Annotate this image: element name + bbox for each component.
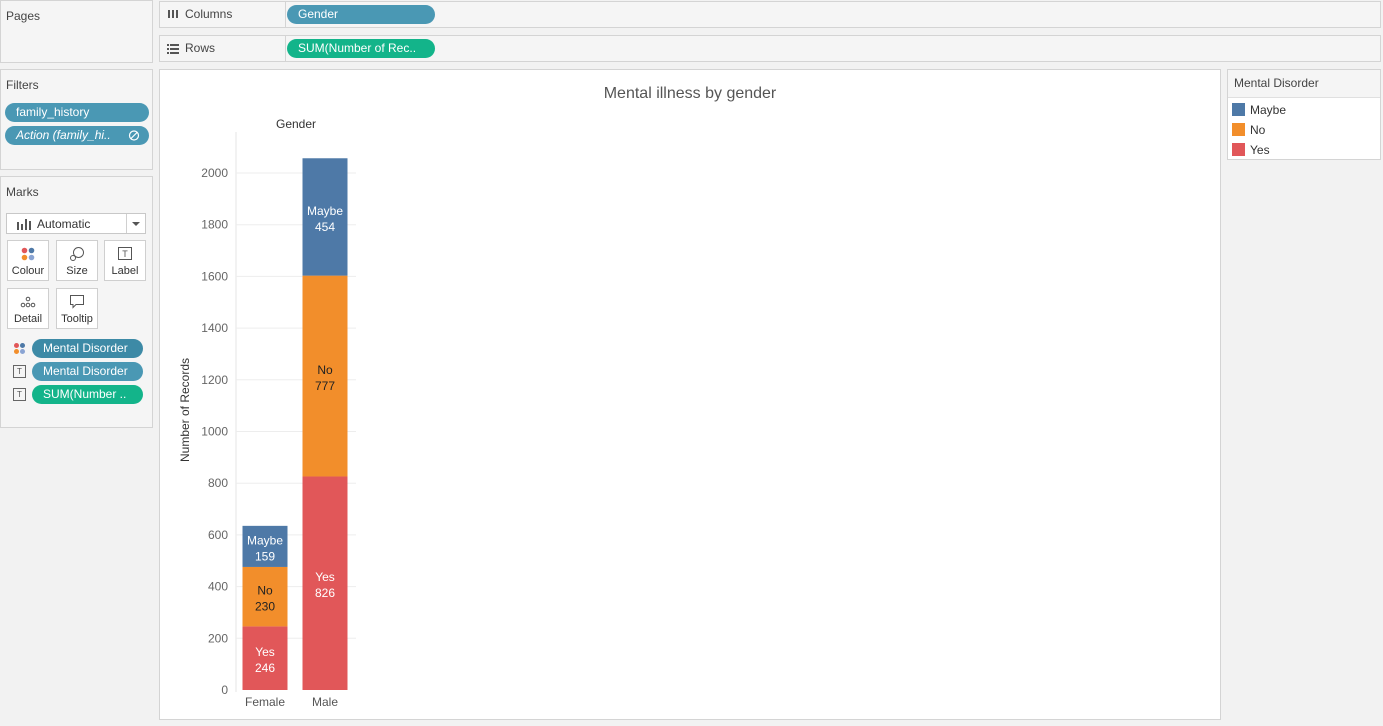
chevron-down-icon[interactable] — [126, 214, 145, 233]
filters-title: Filters — [6, 78, 39, 92]
y-tick-label: 1200 — [201, 373, 228, 387]
y-tick-label: 200 — [208, 631, 228, 645]
marks-title: Marks — [6, 185, 39, 199]
legend-label-no: No — [1250, 123, 1266, 137]
y-tick-label: 1600 — [201, 269, 228, 283]
columns-shelf[interactable]: Columns Gender — [159, 1, 1381, 28]
legend-swatch-yes — [1232, 143, 1245, 156]
rows-icon — [167, 36, 179, 70]
bars: Yes 246 No 230 Maybe 159 Yes 826 No 777 Maybe 454 — [242, 158, 348, 690]
data-label-category: Maybe — [307, 204, 343, 218]
detail-icon — [8, 294, 48, 310]
legend-swatch-no — [1232, 123, 1245, 136]
y-tick-label: 1000 — [201, 425, 228, 439]
y-axis-title: Number of Records — [178, 358, 192, 462]
filter-pill-family-history[interactable]: family_history — [5, 103, 149, 122]
y-tick-label: 2000 — [201, 166, 228, 180]
data-label-value: 777 — [315, 379, 335, 393]
tooltip-icon — [57, 294, 97, 310]
automatic-mark-icon — [17, 218, 31, 233]
data-label-value: 246 — [255, 661, 275, 675]
pages-panel: Pages — [0, 0, 153, 63]
data-label-category: Yes — [315, 570, 335, 584]
data-label-value: 826 — [315, 586, 335, 600]
detail-label: Detail — [13, 313, 43, 325]
legend-swatch-maybe — [1232, 103, 1245, 116]
columns-shelf-label: Columns — [160, 2, 286, 27]
mark-type-value: Automatic — [37, 217, 91, 231]
legend-label-maybe: Maybe — [1250, 103, 1287, 117]
label-button[interactable]: T Label — [104, 240, 146, 281]
legend-title: Mental Disorder — [1228, 70, 1380, 98]
pages-title: Pages — [6, 9, 41, 23]
colour-icon — [13, 342, 26, 355]
columns-pill-gender[interactable]: Gender — [287, 5, 435, 24]
label-icon: T — [13, 365, 26, 378]
x-axis-ticks: Female Male — [245, 695, 338, 709]
mark-type-select[interactable]: Automatic — [6, 213, 146, 234]
label-icon: T — [105, 246, 145, 262]
data-label-value: 159 — [255, 549, 275, 563]
legend-label-yes: Yes — [1250, 143, 1270, 157]
colour-button[interactable]: Colour — [7, 240, 49, 281]
chart-svg: Mental illness by gender Gender Number o… — [178, 85, 777, 709]
column-header: Gender — [276, 117, 316, 131]
x-tick-label: Male — [312, 695, 338, 709]
rows-pill-sum[interactable]: SUM(Number of Rec.. — [287, 39, 435, 58]
filter-pill-action-label: Action (family_hi.. — [16, 128, 111, 142]
size-icon — [57, 246, 97, 262]
columns-icon — [167, 2, 179, 36]
label-label: Label — [111, 265, 139, 277]
data-label-category: Yes — [255, 645, 275, 659]
filter-pill-action[interactable]: Action (family_hi.. — [5, 126, 149, 145]
x-tick-label: Female — [245, 695, 285, 709]
y-axis-ticks: 0 200 400 600 800 1000 1200 1400 1600 1800 2000 — [201, 166, 228, 697]
y-tick-label: 400 — [208, 580, 228, 594]
size-button[interactable]: Size — [56, 240, 98, 281]
data-label-value: 454 — [315, 220, 335, 234]
chart-view: Mental illness by gender Gender Number o… — [159, 69, 1221, 720]
data-label-category: Maybe — [247, 533, 283, 547]
data-label-category: No — [317, 363, 333, 377]
linked-action-icon — [128, 126, 140, 145]
data-label-category: No — [257, 584, 273, 598]
filters-panel: Filters family_history Action (family_hi… — [0, 69, 153, 170]
label-icon: T — [13, 388, 26, 401]
y-tick-label: 1800 — [201, 218, 228, 232]
marks-panel: Marks Automatic Colour Size T Label Deta… — [0, 176, 153, 428]
y-tick-label: 600 — [208, 528, 228, 542]
svg-text:T: T — [122, 249, 128, 259]
size-label: Size — [66, 265, 88, 277]
marks-field-label-1[interactable]: Mental Disorder — [32, 362, 143, 381]
y-tick-label: 0 — [221, 683, 228, 697]
tooltip-label: Tooltip — [61, 313, 93, 325]
rows-shelf[interactable]: Rows SUM(Number of Rec.. — [159, 35, 1381, 62]
legend-panel: Mental Disorder Maybe No Yes — [1227, 69, 1381, 160]
colour-label: Colour — [11, 265, 45, 277]
chart-title: Mental illness by gender — [604, 85, 777, 102]
rows-label: Rows — [185, 41, 216, 55]
marks-field-label-2[interactable]: SUM(Number .. — [32, 385, 143, 404]
rows-shelf-label: Rows — [160, 36, 286, 61]
y-tick-label: 800 — [208, 476, 228, 490]
marks-field-colour[interactable]: Mental Disorder — [32, 339, 143, 358]
colour-icon — [8, 246, 48, 262]
tooltip-button[interactable]: Tooltip — [56, 288, 98, 329]
data-label-value: 230 — [255, 600, 275, 614]
columns-label: Columns — [185, 7, 233, 21]
y-tick-label: 1400 — [201, 321, 228, 335]
detail-button[interactable]: Detail — [7, 288, 49, 329]
